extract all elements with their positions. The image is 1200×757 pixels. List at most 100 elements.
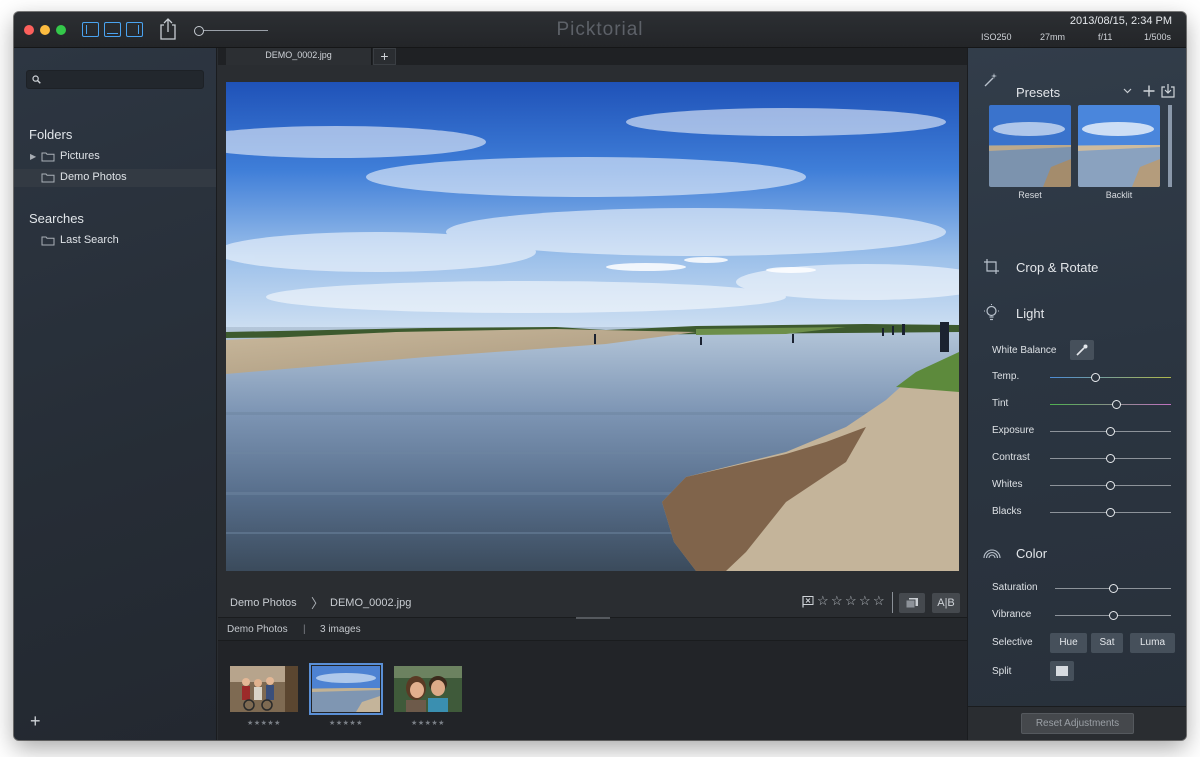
reject-flag-icon[interactable] [801, 595, 814, 608]
light-bulb-icon [984, 304, 999, 321]
search-icon [32, 75, 41, 84]
thumbnail-couple-photo[interactable] [394, 666, 462, 712]
tab-demo-0002[interactable]: DEMO_0002.jpg [226, 48, 372, 65]
preset-backlit-label: Backlit [1105, 190, 1133, 200]
exif-date: 2013/08/15, 2:34 PM [1069, 15, 1172, 27]
rating-star-icon[interactable]: ☆ [859, 593, 871, 609]
compare-ab-button[interactable]: A|B [932, 593, 960, 613]
add-folder-button[interactable]: + [30, 711, 41, 732]
copy-stack-icon [905, 598, 918, 609]
crop-rotate-heading[interactable]: Crop & Rotate [1016, 260, 1098, 275]
thumbnail-rating: ★★★★★ [329, 720, 363, 727]
selective-label: Selective [992, 637, 1033, 648]
breadcrumb-folder[interactable]: Demo Photos [230, 597, 297, 609]
split-label: Split [992, 666, 1012, 677]
sidebar: Folders ▶ Pictures Demo Photos Searches … [14, 48, 217, 740]
rating-star-icon[interactable]: ☆ [873, 593, 885, 609]
chevron-down-icon[interactable] [1123, 88, 1132, 94]
searches-heading: Searches [29, 211, 84, 226]
exif-iso: ISO250 [981, 32, 1012, 42]
thumbnail-group-photo[interactable] [230, 666, 298, 712]
slider-knob[interactable] [1106, 508, 1115, 517]
filmstrip-folder: Demo Photos [227, 624, 288, 635]
white-balance-label: White Balance [992, 345, 1057, 356]
slider-knob[interactable] [1108, 584, 1118, 593]
crop-icon [984, 259, 999, 274]
folder-item-demo-photos[interactable]: Demo Photos [14, 169, 216, 187]
slider-label: Temp. [992, 371, 1020, 382]
folder-label: Demo Photos [60, 171, 127, 183]
search-label: Last Search [60, 234, 119, 246]
image-viewer: Demo Photos 〉 DEMO_0002.jpg ☆ ☆ ☆ ☆ ☆ A|B [218, 65, 967, 617]
selective-hue-button[interactable]: Hue [1050, 633, 1087, 653]
rating-star-icon[interactable]: ☆ [831, 593, 843, 609]
filmstrip-count: 3 images [320, 624, 361, 635]
thumbnail-beach-photo[interactable] [309, 663, 383, 715]
resize-handle[interactable] [576, 617, 610, 619]
import-preset-icon[interactable] [1161, 83, 1175, 98]
slider-track[interactable] [1050, 377, 1171, 378]
slider-knob[interactable] [1091, 373, 1101, 382]
folder-icon [41, 173, 55, 183]
light-heading[interactable]: Light [1016, 306, 1044, 321]
white-balance-picker-button[interactable] [1070, 340, 1094, 360]
slider-label: Exposure [992, 425, 1035, 436]
presets-heading[interactable]: Presets [1016, 85, 1060, 100]
add-tab-button[interactable]: + [373, 48, 396, 65]
slider-label: Saturation [992, 582, 1038, 593]
slider-knob[interactable] [1106, 481, 1115, 490]
main-photo[interactable] [226, 82, 959, 571]
exif-aperture: f/11 [1098, 32, 1113, 42]
add-preset-icon[interactable] [1143, 85, 1155, 97]
slider-label: Vibrance [992, 609, 1032, 620]
folders-heading: Folders [29, 127, 73, 142]
slider-knob[interactable] [1108, 611, 1118, 620]
selective-sat-button[interactable]: Sat [1091, 633, 1123, 653]
adjustments-panel: Presets Reset Backlit Crop & Rotate Ligh… [967, 48, 1186, 740]
preset-reset-label: Reset [1018, 190, 1042, 200]
reset-adjustments-button[interactable]: Reset Adjustments [1021, 713, 1134, 734]
rating-star-icon[interactable]: ☆ [817, 593, 829, 609]
filmstrip: ★★★★★ ★★★★★ ★★★★★ [218, 641, 967, 740]
slider-label: Blacks [992, 506, 1022, 517]
slider-knob[interactable] [1106, 454, 1115, 463]
folder-label: Pictures [60, 150, 100, 162]
split-toning-button[interactable] [1050, 661, 1074, 681]
expand-triangle-icon[interactable]: ▶ [30, 152, 36, 161]
folder-icon [41, 152, 55, 162]
color-rainbow-icon [983, 549, 1001, 559]
copy-adjustments-button[interactable] [899, 593, 925, 613]
app-window: Picktorial 2013/08/15, 2:34 PM ISO250 27… [14, 12, 1186, 740]
slider-label: Whites [992, 479, 1023, 490]
slider-label: Tint [992, 398, 1009, 409]
color-heading[interactable]: Color [1016, 546, 1047, 561]
slider-label: Contrast [992, 452, 1030, 463]
search-field[interactable] [26, 70, 204, 89]
folder-icon [41, 236, 55, 246]
search-input[interactable] [45, 72, 200, 87]
preset-reset-thumbnail[interactable] [989, 105, 1071, 187]
breadcrumb-separator-icon: 〉 [311, 596, 325, 611]
search-item-last-search[interactable]: Last Search [14, 232, 216, 250]
selective-luma-button[interactable]: Luma [1130, 633, 1175, 653]
slider-knob[interactable] [1106, 427, 1115, 436]
preset-backlit-thumbnail[interactable] [1078, 105, 1160, 187]
slider-track[interactable] [1050, 404, 1171, 405]
title-bar: Picktorial 2013/08/15, 2:34 PM ISO250 27… [14, 12, 1186, 48]
exif-focal-length: 27mm [1040, 32, 1066, 42]
thumbnail-rating: ★★★★★ [247, 720, 281, 727]
exif-shutter: 1/500s [1144, 32, 1172, 42]
adjustments-footer: Reset Adjustments [968, 706, 1186, 740]
magic-wand-icon [984, 73, 997, 87]
filmstrip-header: Demo Photos | 3 images [218, 617, 967, 641]
preset-scroll-peek [1168, 105, 1172, 187]
breadcrumb-file: DEMO_0002.jpg [330, 597, 412, 609]
eyedropper-icon [1076, 344, 1088, 356]
filmstrip-separator: | [303, 624, 306, 635]
tab-bar: DEMO_0002.jpg + [218, 48, 967, 65]
thumbnail-rating: ★★★★★ [411, 720, 445, 727]
slider-knob[interactable] [1112, 400, 1122, 409]
rating-star-icon[interactable]: ☆ [845, 593, 857, 609]
toolbar-divider [892, 592, 893, 613]
folder-item-pictures[interactable]: ▶ Pictures [14, 148, 216, 166]
